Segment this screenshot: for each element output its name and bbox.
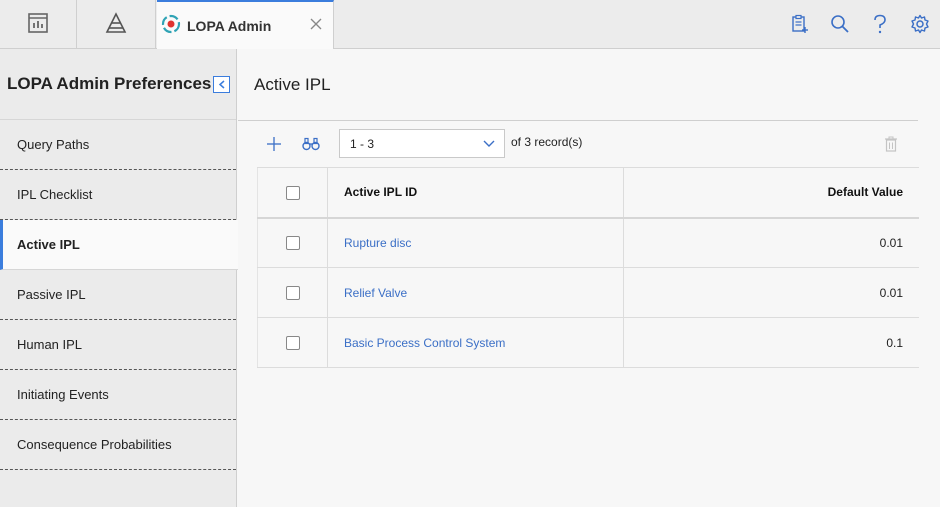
report-icon [27,12,49,37]
pager-value: 1 - 3 [350,136,375,151]
row-check-cell [257,317,328,368]
table-row: Relief Valve 0.01 [257,267,919,318]
top-tools [780,0,940,48]
active-ipl-table: Active IPL ID Default Value Rupture disc… [257,167,919,368]
ipl-id-cell: Relief Valve [327,267,624,318]
page-title: Active IPL [254,75,331,94]
pager-select[interactable]: 1 - 3 [339,129,505,158]
sidebar-item-initiating-events[interactable]: Initiating Events [0,370,236,420]
records-of-label: of [511,135,522,149]
sidebar-item-ipl-checklist[interactable]: IPL Checklist [0,170,236,220]
hierarchy-button[interactable] [77,0,156,48]
sidebar-item-passive-ipl[interactable]: Passive IPL [0,270,236,320]
chevron-down-icon [482,136,496,153]
top-bar: LOPA Admin [0,0,940,49]
pyramid-icon [104,11,128,37]
binoculars-icon[interactable] [300,133,322,155]
ipl-id-link[interactable]: Relief Valve [344,286,407,300]
gear-icon[interactable] [900,0,940,48]
row-checkbox[interactable] [285,335,300,350]
tab-lopa-admin[interactable]: LOPA Admin [157,0,334,49]
ipl-id-link[interactable]: Basic Process Control System [344,336,505,350]
help-icon[interactable] [860,0,900,48]
default-value-cell: 0.01 [623,217,919,268]
default-value-cell: 0.01 [623,267,919,318]
column-header-default-value[interactable]: Default Value [623,167,919,218]
dashboard-button[interactable] [0,0,77,48]
sidebar-item-active-ipl[interactable]: Active IPL [0,220,238,270]
sidebar-title: LOPA Admin Preferences [7,74,212,93]
select-all-cell [257,167,328,218]
row-check-cell [257,217,328,268]
table-row: Rupture disc 0.01 [257,217,919,268]
table-header-row: Active IPL ID Default Value [257,167,919,218]
table-row: Basic Process Control System 0.1 [257,317,919,368]
sidebar-item-human-ipl[interactable]: Human IPL [0,320,236,370]
records-toolbar: 1 - 3 of 3 record(s) [238,121,940,167]
records-total: 3 [524,135,532,149]
main-panel: Active IPL 1 - 3 of 3 record(s) Active I… [238,49,940,507]
records-label: record(s) [534,135,583,149]
row-check-cell [257,267,328,318]
search-icon[interactable] [820,0,860,48]
sidebar-item-consequence-probabilities[interactable]: Consequence Probabilities [0,420,236,470]
ipl-id-cell: Basic Process Control System [327,317,624,368]
lopa-logo-icon [161,14,181,37]
new-record-icon[interactable] [780,0,820,48]
ipl-id-link[interactable]: Rupture disc [344,236,411,250]
sidebar-item-query-paths[interactable]: Query Paths [0,120,236,170]
sidebar-header: LOPA Admin Preferences [0,49,236,120]
close-icon[interactable] [307,15,325,33]
default-value-cell: 0.1 [623,317,919,368]
select-all-checkbox[interactable] [285,185,300,200]
add-icon[interactable] [263,133,285,155]
column-header-active-ipl-id[interactable]: Active IPL ID [327,167,624,218]
row-checkbox[interactable] [285,236,300,251]
row-checkbox[interactable] [285,285,300,300]
tab-title: LOPA Admin [187,17,272,34]
collapse-sidebar-icon[interactable] [213,76,230,93]
trash-icon[interactable] [880,133,902,155]
record-count: of 3 record(s) [511,135,582,149]
ipl-id-cell: Rupture disc [327,217,624,268]
sidebar: LOPA Admin Preferences Query Paths IPL C… [0,49,238,507]
